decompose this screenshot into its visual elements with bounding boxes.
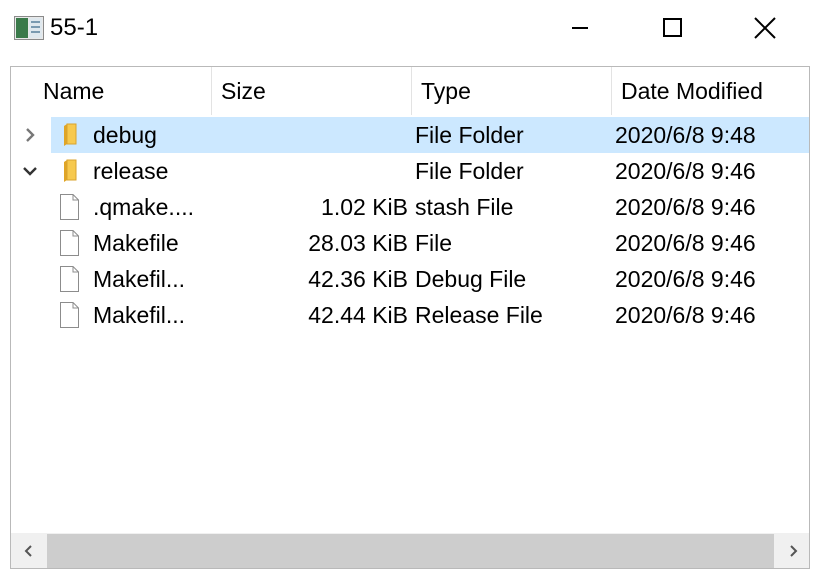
- row-type: stash File: [415, 194, 514, 220]
- tree-row[interactable]: debug File Folder 2020/6/8 9:48: [11, 117, 809, 153]
- row-size: 42.36 KiB: [308, 266, 408, 292]
- row-date-modified: 2020/6/8 9:46: [615, 302, 756, 328]
- column-header-name[interactable]: Name: [33, 67, 211, 115]
- scroll-left-button[interactable]: [11, 533, 47, 568]
- row-date-modified: 2020/6/8 9:46: [615, 266, 756, 292]
- file-tree-view[interactable]: Name Size Type Date Modified debug File F…: [10, 66, 810, 569]
- row-type: File Folder: [415, 122, 524, 148]
- file-icon: [60, 266, 79, 292]
- column-header: Name Size Type Date Modified: [11, 67, 809, 115]
- app-window-icon[interactable]: [14, 16, 44, 40]
- row-size: [211, 153, 408, 189]
- scrollbar-thumb[interactable]: [47, 534, 774, 568]
- window-title: 55-1: [50, 14, 99, 41]
- file-icon: [60, 230, 79, 256]
- row-name: release: [93, 158, 169, 184]
- row-name: Makefile: [93, 230, 179, 256]
- maximize-button[interactable]: [626, 0, 718, 56]
- folder-icon: [64, 123, 77, 146]
- row-type: File: [415, 230, 453, 256]
- folder-icon: [64, 159, 77, 182]
- tree-row[interactable]: Makefil... 42.44 KiB Release File 2020/6/8 …: [11, 297, 809, 333]
- maximize-icon: [663, 18, 682, 37]
- row-type: Debug File: [415, 266, 527, 292]
- row-date-modified: 2020/6/8 9:46: [615, 194, 756, 220]
- close-icon: [754, 17, 776, 39]
- file-icon: [60, 302, 79, 328]
- row-name: Makefil...: [93, 302, 186, 328]
- row-date-modified: 2020/6/8 9:48: [615, 122, 756, 148]
- file-icon: [60, 194, 79, 220]
- chevron-down-icon[interactable]: [21, 162, 39, 180]
- tree-row[interactable]: Makefile 28.03 KiB File 2020/6/8 9:46: [11, 225, 809, 261]
- row-type: Release File: [415, 302, 543, 328]
- row-date-modified: 2020/6/8 9:46: [615, 230, 756, 256]
- chevron-right-icon[interactable]: [21, 126, 39, 144]
- column-header-date-modified[interactable]: Date Modified: [611, 67, 809, 115]
- tree-row[interactable]: release File Folder 2020/6/8 9:46: [11, 153, 809, 189]
- row-size: [211, 117, 408, 153]
- row-size: 42.44 KiB: [308, 302, 408, 328]
- row-size: 1.02 KiB: [321, 194, 408, 220]
- close-button[interactable]: [718, 0, 810, 56]
- row-type: File Folder: [415, 158, 524, 184]
- minimize-button[interactable]: [534, 0, 626, 56]
- tree-row[interactable]: .qmake.... 1.02 KiB stash File 2020/6/8 9:4…: [11, 189, 809, 225]
- chevron-left-icon: [24, 545, 32, 557]
- scroll-right-button[interactable]: [775, 533, 809, 568]
- title-bar[interactable]: 55-1: [0, 0, 816, 56]
- row-name: Makefil...: [93, 266, 186, 292]
- row-name: .qmake....: [93, 194, 194, 220]
- column-header-type[interactable]: Type: [411, 67, 611, 115]
- column-header-size[interactable]: Size: [211, 67, 411, 115]
- chevron-right-icon: [790, 545, 798, 557]
- horizontal-scrollbar[interactable]: [11, 533, 809, 568]
- row-date-modified: 2020/6/8 9:46: [615, 158, 756, 184]
- row-name: debug: [93, 122, 157, 148]
- minimize-icon: [572, 27, 588, 29]
- row-size: 28.03 KiB: [308, 230, 408, 256]
- tree-row[interactable]: Makefil... 42.36 KiB Debug File 2020/6/8 9:…: [11, 261, 809, 297]
